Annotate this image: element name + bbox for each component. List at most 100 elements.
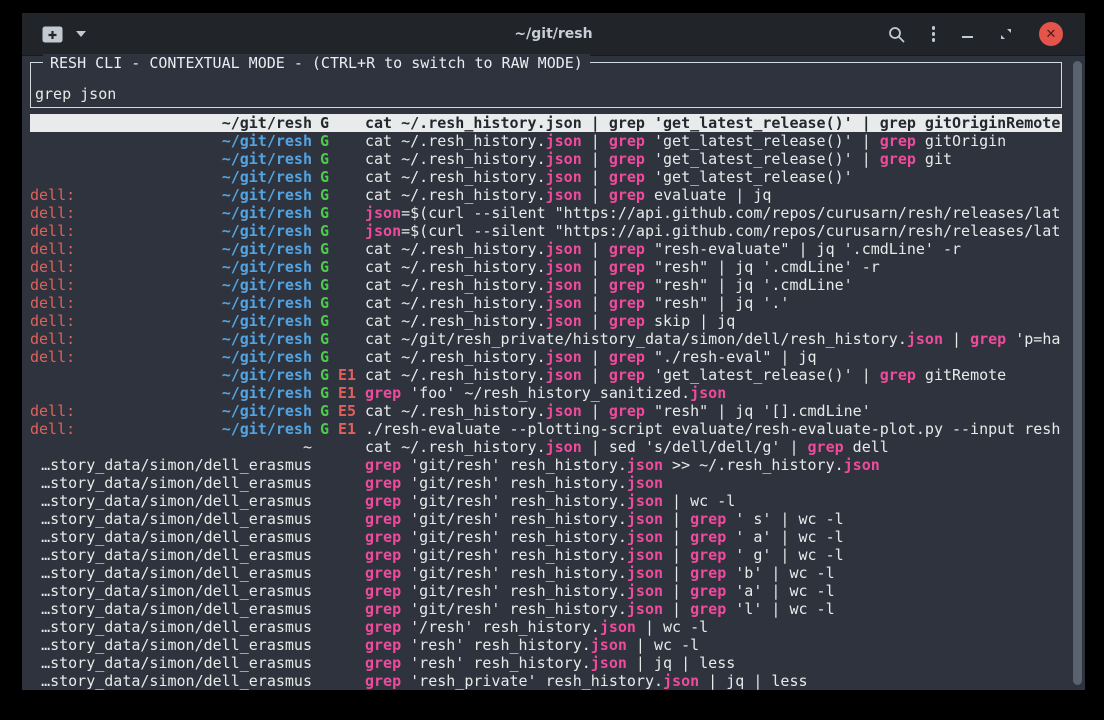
exit-status-flag: E1 [338,366,356,384]
history-row[interactable]: …story_data/simon/dell_erasmusgrep '/res… [30,618,1062,636]
match-highlight: grep [365,636,401,654]
match-highlight: grep [365,600,401,618]
history-row-selected[interactable]: ~/git/reshGcat ~/.resh_history.json | gr… [30,114,1062,132]
host-path-cell: ~/git/resh [30,384,312,402]
match-highlight: grep [609,258,645,276]
match-highlight: json [663,672,699,690]
path-label: …story_data/simon/dell_erasmus [41,582,312,600]
host-path-cell: ~/git/resh [30,150,312,168]
history-row[interactable]: ~/git/reshGE1grep 'foo' ~/resh_history_s… [30,384,1062,402]
history-row[interactable]: …story_data/simon/dell_erasmusgrep 'git/… [30,456,1062,474]
restore-button[interactable] [1000,28,1012,40]
history-row[interactable]: ~/git/reshGcat ~/.resh_history.json | gr… [30,132,1062,150]
path-label: ~/git/resh [222,168,312,186]
history-row[interactable]: ~/git/resh Gcat ~/.resh_history.json | gr… [30,150,1062,168]
history-row[interactable]: dell:~/git/reshGcat ~/.resh_history.json… [30,348,1062,366]
history-row[interactable]: …story_data/simon/dell_erasmusgrep 'git/… [30,546,1062,564]
match-highlight: grep [690,582,726,600]
host-path-cell: …story_data/simon/dell_erasmus [30,654,312,672]
search-box-title: RESH CLI - CONTEXTUAL MODE - (CTRL+R to … [43,54,590,72]
flags-cell [320,438,365,456]
host-label: dell: [30,186,75,204]
command-text: cat ~/.resh_history.json | grep "resh" |… [365,276,1062,294]
minimize-icon [962,36,973,38]
command-text: json=$(curl --silent "https://api.github… [365,222,1062,240]
host-path-cell: dell:~/git/resh [30,276,312,294]
history-row[interactable]: …story_data/simon/dell_erasmusgrep 'git/… [30,528,1062,546]
match-highlight: grep [609,366,645,384]
history-row[interactable]: …story_data/simon/dell_erasmusgrep 'resh… [30,654,1062,672]
history-row[interactable]: ~/git/reshGcat ~/.resh_history.json | gr… [30,168,1062,186]
scrollbar-thumb[interactable] [1073,61,1082,685]
history-row[interactable]: dell:~/git/resh Gjson=$(curl --silent "ht… [30,222,1062,240]
history-row[interactable]: dell:~/git/reshGcat ~/.resh_history.json… [30,186,1062,204]
history-row[interactable]: dell:~/git/reshGcat ~/git/resh_private/h… [30,330,1062,348]
minimize-button[interactable] [962,30,973,38]
match-highlight: grep [365,456,401,474]
match-highlight: grep [365,564,401,582]
history-row[interactable]: …story_data/simon/dell_erasmus grep 'resh… [30,636,1062,654]
history-row[interactable]: ~cat ~/.resh_history.json | sed 's/dell/… [30,438,1062,456]
flags-cell: G [320,114,365,132]
host-label: dell: [30,204,75,222]
host-path-cell: dell:~/git/resh [30,240,312,258]
history-row[interactable]: …story_data/simon/dell_erasmusgrep 'git/… [30,582,1062,600]
search-query-input[interactable]: grep json [35,85,116,103]
history-row[interactable]: …story_data/simon/dell_erasmusgrep 'git/… [30,510,1062,528]
host-path-cell: dell:~/git/resh [30,402,312,420]
match-highlight: grep [609,150,645,168]
match-highlight: grep [690,546,726,564]
host-path-cell: dell:~/git/resh [30,420,312,438]
history-row[interactable]: dell:~/git/reshGE5cat ~/.resh_history.js… [30,402,1062,420]
history-row[interactable]: dell:~/git/reshGE1./resh-evaluate --plot… [30,420,1062,438]
history-row[interactable]: ~/git/reshGE1cat ~/.resh_history.json | … [30,366,1062,384]
host-path-cell: ~/git/resh [30,132,312,150]
match-highlight: json [690,384,726,402]
history-row[interactable]: …story_data/simon/dell_erasmusgrep 'resh… [30,672,1062,690]
git-flag: G [320,294,329,312]
history-row[interactable]: …story_data/simon/dell_erasmusgrep 'git/… [30,564,1062,582]
history-row[interactable]: dell:~/git/reshGcat ~/.resh_history.json… [30,240,1062,258]
path-label: ~/git/resh [222,276,312,294]
path-label: …story_data/simon/dell_erasmus [41,636,312,654]
command-text: grep 'git/resh' resh_history.json | grep… [365,564,1062,582]
match-highlight: grep [365,528,401,546]
history-row[interactable]: dell:~/git/reshGcat ~/.resh_history.json… [30,276,1062,294]
titlebar[interactable]: ~/git/resh [22,13,1085,56]
match-highlight: grep [609,312,645,330]
history-row[interactable]: dell:~/git/reshGcat ~/.resh_history.json… [30,258,1062,276]
command-text: json=$(curl --silent "https://api.github… [365,204,1062,222]
match-highlight: json [546,258,582,276]
match-highlight: grep [365,654,401,672]
history-row[interactable]: …story_data/simon/dell_erasmusgrep 'git/… [30,474,1062,492]
history-row[interactable]: dell:~/git/reshGcat ~/.resh_history.json… [30,312,1062,330]
match-highlight: json [546,168,582,186]
history-row[interactable]: dell:~/git/reshGcat ~/.resh_history.json… [30,294,1062,312]
match-highlight: json [546,240,582,258]
command-text: cat ~/.resh_history.json | grep 'get_lat… [365,150,1062,168]
search-button[interactable] [888,26,905,43]
new-tab-button[interactable] [42,26,63,43]
command-text: cat ~/.resh_history.json | grep "./resh-… [365,348,1062,366]
history-row[interactable]: …story_data/simon/dell_erasmusgrep 'git/… [30,600,1062,618]
command-text: grep 'foo' ~/resh_history_sanitized.json [365,384,1062,402]
host-path-cell: dell:~/git/resh [30,222,312,240]
match-highlight: json [365,222,401,240]
menu-button[interactable] [932,26,936,42]
command-text: grep 'git/resh' resh_history.json | grep… [365,510,1062,528]
host-path-cell: dell:~/git/resh [30,312,312,330]
close-button[interactable]: ✕ [1039,22,1063,46]
path-label: …story_data/simon/dell_erasmus [41,528,312,546]
tab-dropdown-button[interactable] [76,31,86,37]
match-highlight: grep [365,384,401,402]
match-highlight: grep [365,672,401,690]
command-text: grep 'resh' resh_history.json | wc -l [365,636,1062,654]
flags-cell: G [320,150,365,168]
command-text: grep 'git/resh' resh_history.json | grep… [365,600,1062,618]
terminal-content: RESH CLI - CONTEXTUAL MODE - (CTRL+R to … [22,56,1085,689]
history-row[interactable]: …story_data/simon/dell_erasmusgrep 'git/… [30,492,1062,510]
history-row[interactable]: dell:~/git/reshGjson=$(curl --silent "ht… [30,204,1062,222]
git-flag: G [320,222,329,240]
host-path-cell: …story_data/simon/dell_erasmus [30,474,312,492]
flags-cell: G [320,132,365,150]
